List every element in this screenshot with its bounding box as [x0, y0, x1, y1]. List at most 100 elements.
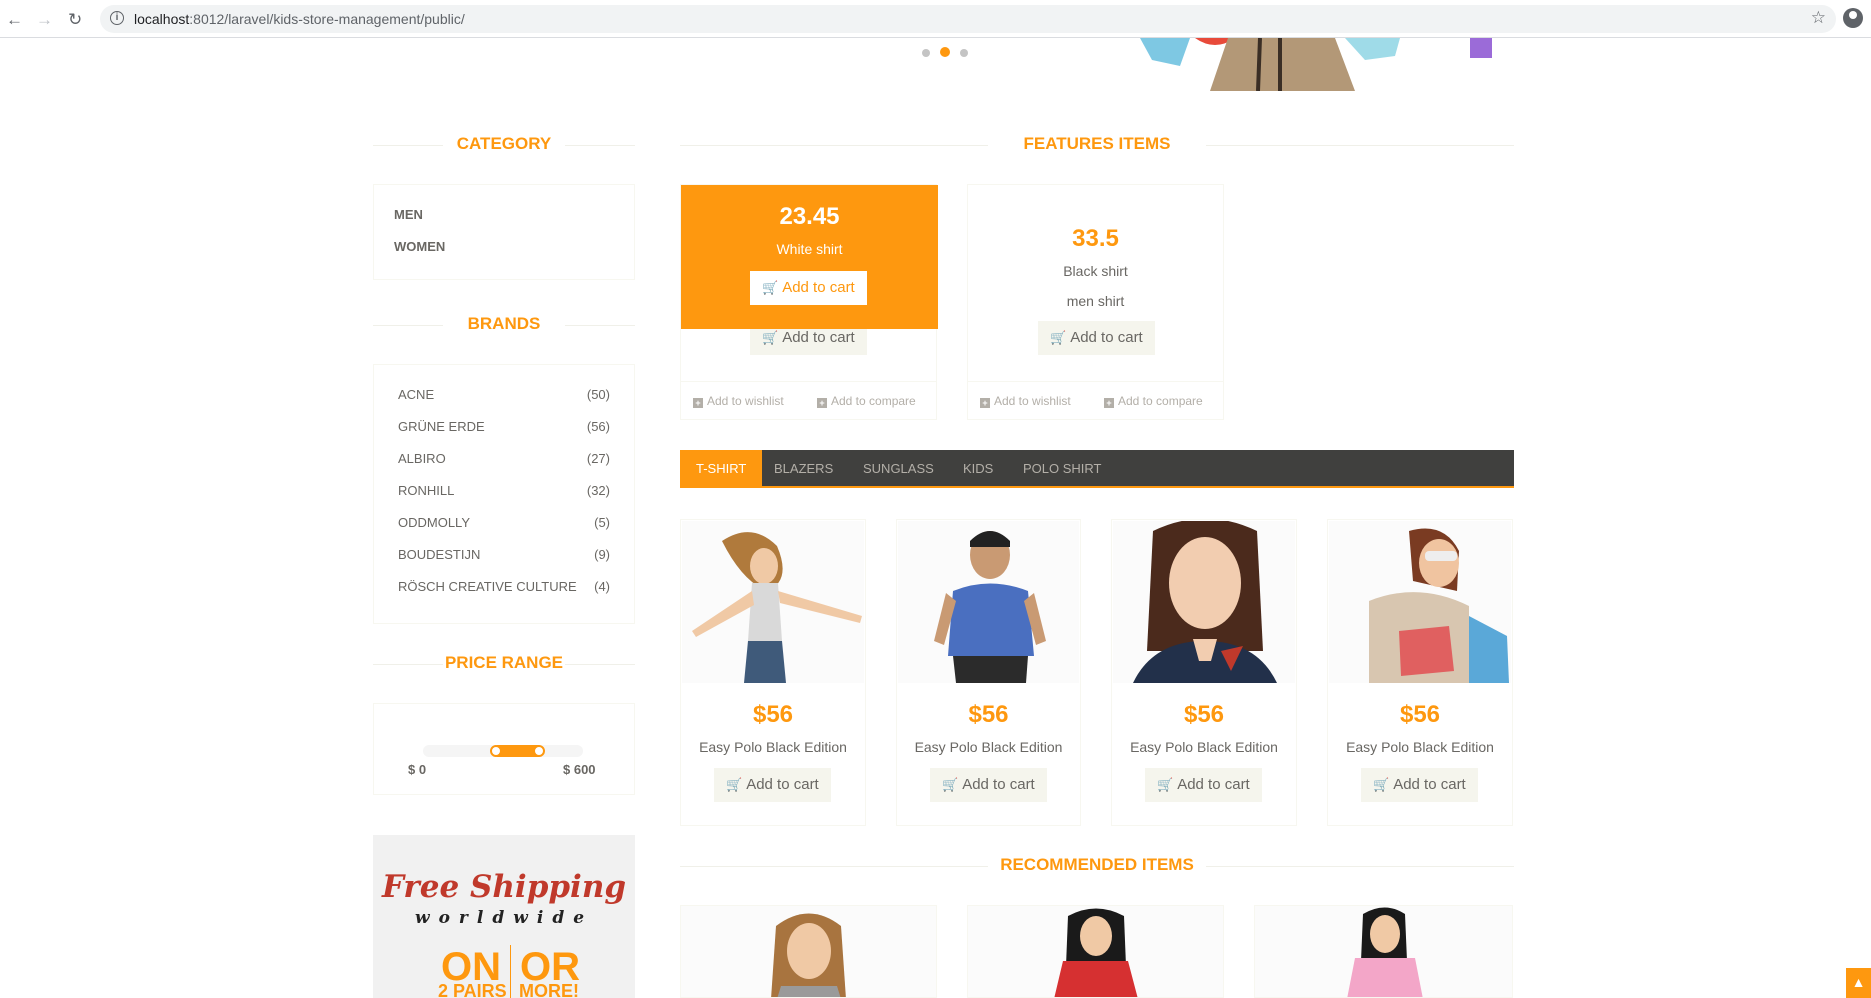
add-to-cart-label: Add to cart	[1177, 776, 1250, 793]
free-shipping-banner[interactable]: Free Shipping worldwide ON OR 2 PAIRS MO…	[373, 835, 635, 998]
brand-name: RONHILL	[398, 483, 455, 498]
brand-item[interactable]: ALBIRO (27)	[398, 451, 610, 466]
brand-name: ODDMOLLY	[398, 515, 470, 530]
cart-icon: 🛒	[726, 777, 743, 792]
price-max-label: $ 600	[563, 762, 596, 777]
product-description: men shirt	[1066, 293, 1125, 309]
reload-icon[interactable]: ↻	[68, 10, 82, 30]
cart-icon: 🛒	[1157, 777, 1174, 792]
tab-product-card: $56 Easy Polo Black Edition 🛒 Add to cart	[1327, 519, 1513, 826]
product-price: $56	[1399, 701, 1441, 728]
price-range-title: PRICE RANGE	[373, 653, 635, 673]
product-image	[682, 521, 864, 683]
add-to-cart-button[interactable]: 🛒 Add to cart	[1038, 321, 1155, 355]
brand-item[interactable]: ACNE (50)	[398, 387, 610, 402]
add-to-compare-link[interactable]: + Add to compare	[817, 394, 916, 408]
free-shipping-heading: Free Shipping	[381, 869, 627, 905]
carousel-dot-active[interactable]	[940, 47, 950, 57]
add-to-compare-link[interactable]: + Add to compare	[1104, 394, 1203, 408]
features-items-title: FEATURES ITEMS	[680, 134, 1514, 154]
back-icon[interactable]: ←	[6, 10, 23, 30]
product-price: $56	[752, 701, 794, 728]
brand-item[interactable]: ODDMOLLY (5)	[398, 515, 610, 530]
price-slider[interactable]	[423, 745, 583, 757]
plus-square-icon: +	[817, 398, 827, 408]
category-item-women[interactable]: WOMEN	[394, 239, 610, 254]
tab-sunglass[interactable]: SUNGLASS	[863, 450, 934, 486]
brands-panel: ACNE (50) GRÜNE ERDE (56) ALBIRO (27) RONHI…	[373, 364, 635, 624]
info-icon[interactable]: i	[110, 11, 124, 25]
recommended-product-card	[967, 905, 1224, 998]
tab-blazers[interactable]: BLAZERS	[774, 450, 833, 486]
category-title: CATEGORY	[373, 134, 635, 154]
price-slider-max-handle[interactable]	[533, 745, 545, 757]
tab-product-card: $56 Easy Polo Black Edition 🛒 Add to cart	[1111, 519, 1297, 826]
feature-product-card: 33.5 Black shirt men shirt 🛒 Add to cart …	[967, 184, 1224, 420]
product-image	[968, 906, 1223, 997]
cart-icon: 🛒	[1050, 330, 1067, 345]
brand-item[interactable]: RONHILL (32)	[398, 483, 610, 498]
brand-count: (5)	[594, 515, 610, 530]
add-to-wishlist-link[interactable]: + Add to wishlist	[693, 394, 784, 408]
plus-square-icon: +	[980, 398, 990, 408]
product-image	[1329, 521, 1511, 683]
add-to-cart-label: Add to cart	[782, 279, 855, 296]
product-overlay: 23.45 White shirt 🛒 Add to cart	[681, 185, 938, 329]
scroll-to-top-button[interactable]: ▲	[1846, 968, 1871, 998]
plus-square-icon: +	[1104, 398, 1114, 408]
add-to-cart-button[interactable]: 🛒 Add to cart	[1361, 768, 1478, 802]
ad-more-text: MORE!	[519, 981, 579, 998]
brand-item[interactable]: GRÜNE ERDE (56)	[398, 419, 610, 434]
add-to-cart-button[interactable]: 🛒 Add to cart	[1145, 768, 1262, 802]
add-to-wishlist-link[interactable]: + Add to wishlist	[980, 394, 1071, 408]
address-bar[interactable]: i localhost:8012/laravel/kids-store-mana…	[100, 5, 1836, 33]
category-tabs: T-SHIRT BLAZERS SUNGLASS KIDS POLO SHIRT	[680, 450, 1514, 488]
brand-name: RÖSCH CREATIVE CULTURE	[398, 579, 577, 594]
tab-polo-shirt[interactable]: POLO SHIRT	[1023, 450, 1102, 486]
feature-product-card: 🛒 Add to cart 23.45 White shirt 🛒 Add to c…	[680, 184, 938, 420]
recommended-product-card	[1254, 905, 1513, 998]
product-name: White shirt	[776, 241, 843, 257]
price-slider-min-handle[interactable]	[490, 745, 502, 757]
url-path: :8012/laravel/kids-store-management/publ…	[189, 11, 465, 27]
brand-name: ALBIRO	[398, 451, 446, 466]
tab-product-card: $56 Easy Polo Black Edition 🛒 Add to cart	[680, 519, 866, 826]
brand-item[interactable]: BOUDESTIJN (9)	[398, 547, 610, 562]
bookmark-star-icon[interactable]: ☆	[1811, 8, 1826, 28]
add-to-cart-label: Add to cart	[746, 776, 819, 793]
overlay-add-to-cart-button[interactable]: 🛒 Add to cart	[750, 271, 867, 305]
carousel-indicators	[922, 44, 978, 62]
brand-count: (56)	[586, 419, 610, 434]
add-to-cart-label: Add to cart	[782, 329, 855, 346]
url-text: localhost:8012/laravel/kids-store-manage…	[134, 11, 465, 27]
ad-pairs-text: 2 PAIRS	[438, 981, 507, 998]
carousel-dot[interactable]	[960, 49, 968, 57]
brand-count: (9)	[594, 547, 610, 562]
browser-toolbar: ← → ↻ i localhost:8012/laravel/kids-stor…	[0, 0, 1871, 38]
brand-count: (4)	[594, 579, 610, 594]
add-to-cart-label: Add to cart	[1070, 329, 1143, 346]
category-panel: MEN WOMEN	[373, 184, 635, 280]
add-to-cart-button[interactable]: 🛒 Add to cart	[714, 768, 831, 802]
cart-icon: 🛒	[942, 777, 959, 792]
compare-label: Add to compare	[831, 394, 916, 408]
cart-icon: 🛒	[762, 330, 779, 345]
forward-icon[interactable]: →	[36, 10, 53, 30]
brand-name: ACNE	[398, 387, 435, 402]
category-item-men[interactable]: MEN	[394, 207, 610, 222]
tab-kids[interactable]: KIDS	[963, 450, 993, 486]
account-icon[interactable]	[1843, 8, 1863, 28]
card-divider	[968, 381, 1223, 382]
tab-t-shirt[interactable]: T-SHIRT	[680, 450, 763, 486]
url-host: localhost	[134, 11, 190, 27]
carousel-dot[interactable]	[922, 49, 930, 57]
add-to-cart-button[interactable]: 🛒 Add to cart	[930, 768, 1047, 802]
product-name: Easy Polo Black Edition	[699, 739, 847, 755]
tab-product-card: $56 Easy Polo Black Edition 🛒 Add to cart	[896, 519, 1081, 826]
brand-item[interactable]: RÖSCH CREATIVE CULTURE (4)	[398, 579, 610, 594]
plus-square-icon: +	[693, 398, 703, 408]
cart-icon: 🛒	[762, 280, 779, 295]
brand-count: (32)	[586, 483, 610, 498]
product-image	[898, 521, 1079, 683]
hero-slide-image	[1130, 38, 1492, 91]
